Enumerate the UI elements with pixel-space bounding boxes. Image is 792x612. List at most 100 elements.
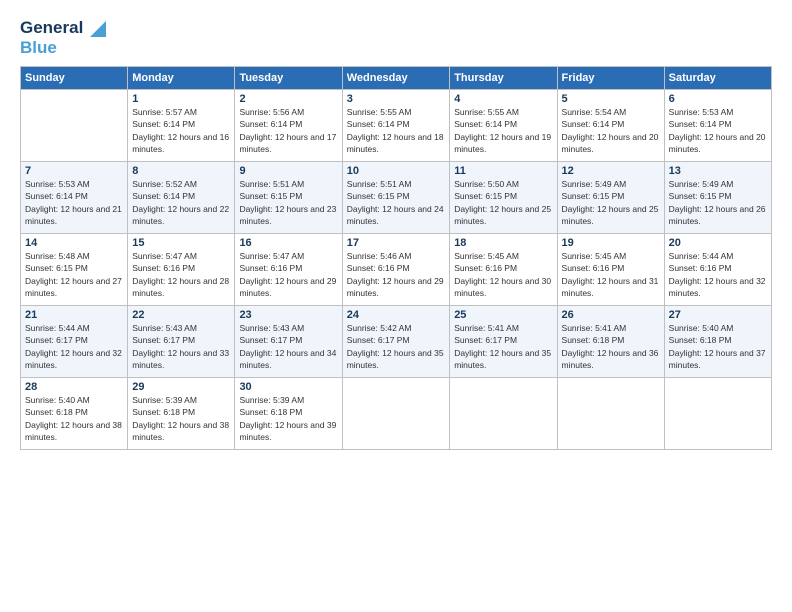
day-info: Sunrise: 5:49 AMSunset: 6:15 PMDaylight:… <box>562 178 660 227</box>
day-cell: 5Sunrise: 5:54 AMSunset: 6:14 PMDaylight… <box>557 90 664 162</box>
day-cell: 21Sunrise: 5:44 AMSunset: 6:17 PMDayligh… <box>21 306 128 378</box>
day-cell: 7Sunrise: 5:53 AMSunset: 6:14 PMDaylight… <box>21 162 128 234</box>
day-cell: 19Sunrise: 5:45 AMSunset: 6:16 PMDayligh… <box>557 234 664 306</box>
day-info: Sunrise: 5:48 AMSunset: 6:15 PMDaylight:… <box>25 250 123 299</box>
day-info: Sunrise: 5:39 AMSunset: 6:18 PMDaylight:… <box>132 394 230 443</box>
day-info: Sunrise: 5:47 AMSunset: 6:16 PMDaylight:… <box>132 250 230 299</box>
day-info: Sunrise: 5:42 AMSunset: 6:17 PMDaylight:… <box>347 322 445 371</box>
day-number: 25 <box>454 309 552 321</box>
day-number: 18 <box>454 237 552 249</box>
day-cell: 2Sunrise: 5:56 AMSunset: 6:14 PMDaylight… <box>235 90 342 162</box>
day-cell <box>342 378 449 450</box>
day-cell: 24Sunrise: 5:42 AMSunset: 6:17 PMDayligh… <box>342 306 449 378</box>
day-number: 24 <box>347 309 445 321</box>
day-cell: 23Sunrise: 5:43 AMSunset: 6:17 PMDayligh… <box>235 306 342 378</box>
day-number: 23 <box>239 309 337 321</box>
day-cell: 27Sunrise: 5:40 AMSunset: 6:18 PMDayligh… <box>664 306 771 378</box>
day-info: Sunrise: 5:41 AMSunset: 6:17 PMDaylight:… <box>454 322 552 371</box>
day-cell: 14Sunrise: 5:48 AMSunset: 6:15 PMDayligh… <box>21 234 128 306</box>
logo-blue: Blue <box>20 38 57 57</box>
day-cell: 8Sunrise: 5:52 AMSunset: 6:14 PMDaylight… <box>128 162 235 234</box>
day-number: 5 <box>562 93 660 105</box>
day-info: Sunrise: 5:47 AMSunset: 6:16 PMDaylight:… <box>239 250 337 299</box>
day-cell <box>664 378 771 450</box>
day-cell: 30Sunrise: 5:39 AMSunset: 6:18 PMDayligh… <box>235 378 342 450</box>
day-info: Sunrise: 5:44 AMSunset: 6:16 PMDaylight:… <box>669 250 767 299</box>
day-cell: 1Sunrise: 5:57 AMSunset: 6:14 PMDaylight… <box>128 90 235 162</box>
day-info: Sunrise: 5:57 AMSunset: 6:14 PMDaylight:… <box>132 106 230 155</box>
day-info: Sunrise: 5:51 AMSunset: 6:15 PMDaylight:… <box>347 178 445 227</box>
day-number: 11 <box>454 165 552 177</box>
day-cell: 20Sunrise: 5:44 AMSunset: 6:16 PMDayligh… <box>664 234 771 306</box>
day-number: 26 <box>562 309 660 321</box>
day-info: Sunrise: 5:56 AMSunset: 6:14 PMDaylight:… <box>239 106 337 155</box>
day-number: 8 <box>132 165 230 177</box>
day-info: Sunrise: 5:50 AMSunset: 6:15 PMDaylight:… <box>454 178 552 227</box>
day-cell: 9Sunrise: 5:51 AMSunset: 6:15 PMDaylight… <box>235 162 342 234</box>
day-info: Sunrise: 5:43 AMSunset: 6:17 PMDaylight:… <box>239 322 337 371</box>
day-info: Sunrise: 5:45 AMSunset: 6:16 PMDaylight:… <box>454 250 552 299</box>
logo: General Blue <box>20 18 106 58</box>
day-number: 6 <box>669 93 767 105</box>
day-info: Sunrise: 5:40 AMSunset: 6:18 PMDaylight:… <box>25 394 123 443</box>
day-cell: 25Sunrise: 5:41 AMSunset: 6:17 PMDayligh… <box>450 306 557 378</box>
day-number: 28 <box>25 381 123 393</box>
day-cell: 16Sunrise: 5:47 AMSunset: 6:16 PMDayligh… <box>235 234 342 306</box>
week-row-3: 14Sunrise: 5:48 AMSunset: 6:15 PMDayligh… <box>21 234 772 306</box>
header-day-friday: Friday <box>557 67 664 90</box>
day-number: 21 <box>25 309 123 321</box>
day-info: Sunrise: 5:53 AMSunset: 6:14 PMDaylight:… <box>25 178 123 227</box>
day-info: Sunrise: 5:40 AMSunset: 6:18 PMDaylight:… <box>669 322 767 371</box>
header-day-thursday: Thursday <box>450 67 557 90</box>
day-cell: 15Sunrise: 5:47 AMSunset: 6:16 PMDayligh… <box>128 234 235 306</box>
day-cell: 12Sunrise: 5:49 AMSunset: 6:15 PMDayligh… <box>557 162 664 234</box>
day-number: 30 <box>239 381 337 393</box>
header: General Blue <box>20 18 772 58</box>
day-cell: 4Sunrise: 5:55 AMSunset: 6:14 PMDaylight… <box>450 90 557 162</box>
day-number: 29 <box>132 381 230 393</box>
day-cell: 29Sunrise: 5:39 AMSunset: 6:18 PMDayligh… <box>128 378 235 450</box>
day-info: Sunrise: 5:39 AMSunset: 6:18 PMDaylight:… <box>239 394 337 443</box>
week-row-5: 28Sunrise: 5:40 AMSunset: 6:18 PMDayligh… <box>21 378 772 450</box>
day-cell: 11Sunrise: 5:50 AMSunset: 6:15 PMDayligh… <box>450 162 557 234</box>
day-number: 14 <box>25 237 123 249</box>
calendar-table: SundayMondayTuesdayWednesdayThursdayFrid… <box>20 66 772 450</box>
header-day-wednesday: Wednesday <box>342 67 449 90</box>
day-number: 19 <box>562 237 660 249</box>
day-info: Sunrise: 5:54 AMSunset: 6:14 PMDaylight:… <box>562 106 660 155</box>
day-number: 27 <box>669 309 767 321</box>
day-cell <box>450 378 557 450</box>
day-number: 20 <box>669 237 767 249</box>
header-day-monday: Monday <box>128 67 235 90</box>
day-number: 15 <box>132 237 230 249</box>
day-number: 3 <box>347 93 445 105</box>
day-number: 16 <box>239 237 337 249</box>
page: General Blue SundayMondayTuesdayWednesda… <box>0 0 792 612</box>
day-info: Sunrise: 5:55 AMSunset: 6:14 PMDaylight:… <box>347 106 445 155</box>
day-cell: 3Sunrise: 5:55 AMSunset: 6:14 PMDaylight… <box>342 90 449 162</box>
day-info: Sunrise: 5:55 AMSunset: 6:14 PMDaylight:… <box>454 106 552 155</box>
week-row-1: 1Sunrise: 5:57 AMSunset: 6:14 PMDaylight… <box>21 90 772 162</box>
day-info: Sunrise: 5:52 AMSunset: 6:14 PMDaylight:… <box>132 178 230 227</box>
day-number: 10 <box>347 165 445 177</box>
day-cell <box>21 90 128 162</box>
day-number: 7 <box>25 165 123 177</box>
day-cell: 13Sunrise: 5:49 AMSunset: 6:15 PMDayligh… <box>664 162 771 234</box>
day-cell: 26Sunrise: 5:41 AMSunset: 6:18 PMDayligh… <box>557 306 664 378</box>
header-day-tuesday: Tuesday <box>235 67 342 90</box>
day-cell: 10Sunrise: 5:51 AMSunset: 6:15 PMDayligh… <box>342 162 449 234</box>
day-number: 22 <box>132 309 230 321</box>
day-cell: 18Sunrise: 5:45 AMSunset: 6:16 PMDayligh… <box>450 234 557 306</box>
header-day-saturday: Saturday <box>664 67 771 90</box>
day-number: 13 <box>669 165 767 177</box>
day-cell: 6Sunrise: 5:53 AMSunset: 6:14 PMDaylight… <box>664 90 771 162</box>
week-row-2: 7Sunrise: 5:53 AMSunset: 6:14 PMDaylight… <box>21 162 772 234</box>
day-info: Sunrise: 5:44 AMSunset: 6:17 PMDaylight:… <box>25 322 123 371</box>
day-info: Sunrise: 5:51 AMSunset: 6:15 PMDaylight:… <box>239 178 337 227</box>
header-row: SundayMondayTuesdayWednesdayThursdayFrid… <box>21 67 772 90</box>
day-info: Sunrise: 5:46 AMSunset: 6:16 PMDaylight:… <box>347 250 445 299</box>
day-info: Sunrise: 5:53 AMSunset: 6:14 PMDaylight:… <box>669 106 767 155</box>
day-number: 12 <box>562 165 660 177</box>
day-info: Sunrise: 5:45 AMSunset: 6:16 PMDaylight:… <box>562 250 660 299</box>
day-number: 2 <box>239 93 337 105</box>
